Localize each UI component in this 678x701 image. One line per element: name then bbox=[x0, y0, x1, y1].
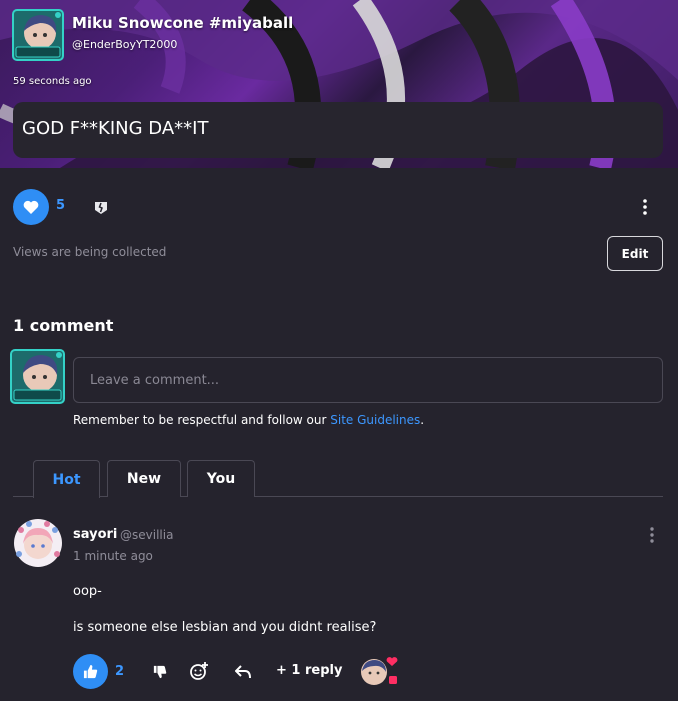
vertical-dots-icon bbox=[643, 199, 647, 215]
dislike-button[interactable] bbox=[90, 197, 112, 217]
add-reaction-button[interactable] bbox=[188, 660, 210, 682]
author-name[interactable]: Miku Snowcone #miyaball bbox=[72, 14, 293, 32]
post-more-button[interactable] bbox=[636, 196, 654, 218]
thumbs-up-icon bbox=[83, 664, 98, 679]
comment-like-count: 2 bbox=[115, 664, 125, 679]
broken-heart-icon bbox=[95, 202, 107, 214]
guidelines-suffix: . bbox=[420, 413, 425, 427]
comment-avatar[interactable] bbox=[13, 518, 63, 568]
comment-dislike-button[interactable] bbox=[150, 662, 170, 682]
author-handle[interactable]: @EnderBoyYT2000 bbox=[72, 38, 177, 51]
current-user-avatar bbox=[10, 349, 65, 404]
comment-input[interactable] bbox=[73, 357, 663, 403]
comment-like-button[interactable] bbox=[73, 654, 108, 689]
post-text: GOD F**KING DA**IT bbox=[22, 118, 209, 139]
like-button[interactable] bbox=[13, 189, 49, 225]
heart-badge-icon bbox=[386, 657, 398, 684]
comment-timestamp: 1 minute ago bbox=[73, 549, 153, 563]
comment-author-handle[interactable]: @sevillia bbox=[120, 528, 173, 542]
comment-text-line: is someone else lesbian and you didnt re… bbox=[73, 620, 377, 635]
guidelines-note: Remember to be respectful and follow our… bbox=[73, 413, 424, 427]
reply-button[interactable] bbox=[232, 662, 254, 682]
tab-you[interactable]: You bbox=[187, 460, 255, 497]
tab-new[interactable]: New bbox=[107, 460, 181, 497]
reply-arrow-icon bbox=[235, 665, 251, 679]
site-guidelines-link[interactable]: Site Guidelines bbox=[330, 413, 420, 427]
edit-button[interactable]: Edit bbox=[607, 236, 663, 271]
reply-reaction-badge bbox=[384, 656, 400, 688]
like-count: 5 bbox=[56, 198, 66, 213]
thumbs-down-icon bbox=[153, 665, 167, 679]
comment-more-button[interactable] bbox=[644, 525, 660, 545]
guidelines-prefix: Remember to be respectful and follow our bbox=[73, 413, 331, 427]
heart-icon bbox=[23, 200, 39, 214]
vertical-dots-icon bbox=[650, 527, 654, 543]
add-reaction-icon bbox=[190, 662, 208, 680]
comment-text-line: oop- bbox=[73, 584, 102, 599]
tab-hot[interactable]: Hot bbox=[33, 460, 100, 498]
comments-count: 1 comment bbox=[13, 316, 114, 335]
views-status: Views are being collected bbox=[13, 245, 167, 259]
replies-toggle[interactable]: + 1 reply bbox=[276, 663, 342, 678]
comment-author-name[interactable]: sayori bbox=[73, 527, 117, 542]
post-timestamp: 59 seconds ago bbox=[13, 76, 92, 87]
author-avatar[interactable] bbox=[12, 9, 64, 61]
